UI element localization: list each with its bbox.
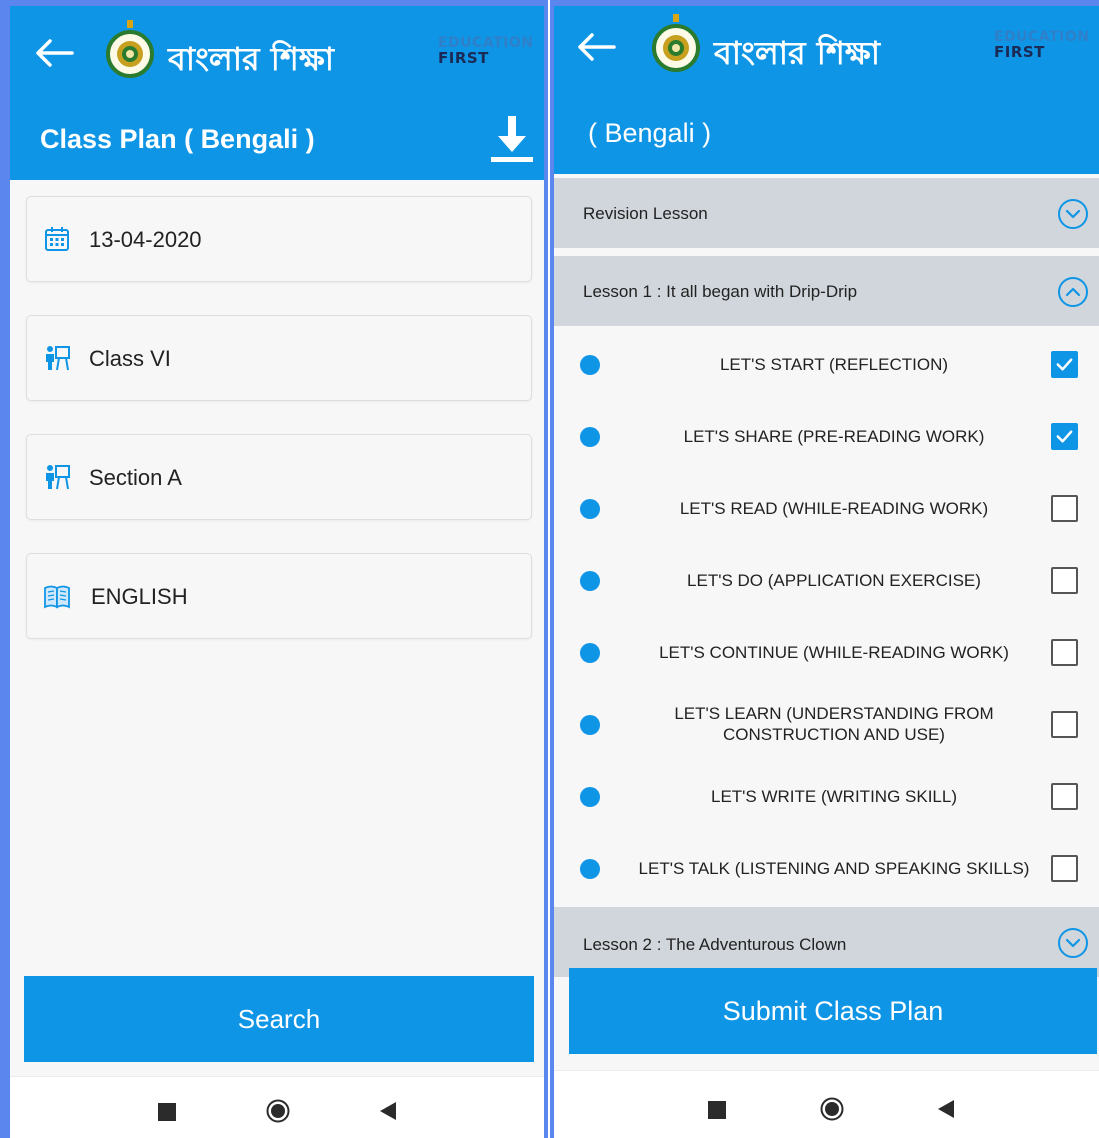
step-checkbox[interactable] xyxy=(1051,711,1078,738)
step-label: LET'S WRITE (WRITING SKILL) xyxy=(711,787,957,806)
step-checkbox[interactable] xyxy=(1051,639,1078,666)
accordion-label: Lesson 1 : It all began with Drip-Drip xyxy=(583,282,858,301)
android-nav-bar xyxy=(10,1076,544,1138)
class-plan-lessons-screen: বাংলার শিক্ষা EDUCATION FIRST ( Bengali … xyxy=(550,0,1099,1138)
step-label: LET'S SHARE (PRE-READING WORK) xyxy=(683,427,985,446)
accordion-lesson-2[interactable]: Lesson 2 : The Adventurous Clown xyxy=(554,907,1099,977)
step-label: LET'S CONTINUE (WHILE-READING WORK) xyxy=(659,643,1009,662)
bullet-dot xyxy=(580,859,600,879)
bullet-dot xyxy=(580,355,600,375)
date-value: 13-04-2020 xyxy=(89,227,202,252)
android-nav-bar xyxy=(554,1070,1099,1138)
lesson-step-row: LET'S LEARN (UNDERSTANDING FROM CONSTRUC… xyxy=(554,689,1099,761)
section-value: Section A xyxy=(89,465,182,490)
bullet-dot xyxy=(580,643,600,663)
lesson-step-row: LET'S DO (APPLICATION EXERCISE) xyxy=(554,545,1099,617)
step-label: LET'S DO (APPLICATION EXERCISE) xyxy=(687,571,981,590)
recents-icon[interactable] xyxy=(158,1103,176,1121)
submit-class-plan-button[interactable]: Submit Class Plan xyxy=(569,968,1097,1054)
section-field[interactable]: Section A xyxy=(26,434,532,520)
step-label: LET'S TALK (LISTENING AND SPEAKING SKILL… xyxy=(638,859,1030,878)
accordion-revision-lesson[interactable]: Revision Lesson xyxy=(554,178,1099,248)
step-label: LET'S LEARN (UNDERSTANDING FROM CONSTRUC… xyxy=(674,704,994,744)
calendar-icon xyxy=(43,225,71,253)
class-value: Class VI xyxy=(89,346,171,371)
lesson-step-row: LET'S TALK (LISTENING AND SPEAKING SKILL… xyxy=(554,833,1099,905)
home-icon[interactable] xyxy=(266,1099,290,1123)
step-checkbox[interactable] xyxy=(1051,783,1078,810)
date-field[interactable]: 13-04-2020 xyxy=(26,196,532,282)
bullet-dot xyxy=(580,787,600,807)
step-checkbox[interactable] xyxy=(1051,495,1078,522)
bullet-dot xyxy=(580,571,600,591)
subject-field[interactable]: ENGLISH xyxy=(26,553,532,639)
lesson-step-row: LET'S READ (WHILE-READING WORK) xyxy=(554,473,1099,545)
education-first-brand: EDUCATION FIRST xyxy=(994,29,1090,61)
lesson-step-row: LET'S WRITE (WRITING SKILL) xyxy=(554,761,1099,833)
back-arrow-icon[interactable] xyxy=(576,32,616,62)
class-plan-form-screen: বাংলার শিক্ষা EDUCATION FIRST Class Plan… xyxy=(0,0,548,1138)
step-checkbox[interactable] xyxy=(1051,351,1078,378)
step-label: LET'S START (REFLECTION) xyxy=(719,355,949,374)
chevron-down-icon[interactable] xyxy=(1057,927,1089,959)
home-icon[interactable] xyxy=(820,1097,844,1121)
page-title: Class Plan ( Bengali ) xyxy=(40,124,315,154)
accordion-label: Revision Lesson xyxy=(583,204,708,223)
accordion-label: Lesson 2 : The Adventurous Clown xyxy=(583,935,847,954)
back-triangle-icon[interactable] xyxy=(378,1101,398,1121)
classroom-icon xyxy=(43,344,71,372)
bengal-emblem-logo xyxy=(652,12,700,72)
back-arrow-icon[interactable] xyxy=(34,38,74,68)
download-icon[interactable] xyxy=(490,114,534,164)
classroom-icon xyxy=(43,463,71,491)
step-label: LET'S READ (WHILE-READING WORK) xyxy=(679,499,989,518)
lesson-step-row: LET'S START (REFLECTION) xyxy=(554,329,1099,401)
search-button[interactable]: Search xyxy=(24,976,534,1062)
app-header: বাংলার শিক্ষা EDUCATION FIRST Class Plan… xyxy=(10,6,544,180)
lesson-step-row: LET'S CONTINUE (WHILE-READING WORK) xyxy=(554,617,1099,689)
app-header: বাংলার শিক্ষা EDUCATION FIRST ( Bengali … xyxy=(554,6,1099,174)
page-title: ( Bengali ) xyxy=(588,118,712,148)
step-checkbox[interactable] xyxy=(1051,567,1078,594)
education-first-brand: EDUCATION FIRST xyxy=(438,35,534,67)
recents-icon[interactable] xyxy=(708,1101,726,1119)
class-field[interactable]: Class VI xyxy=(26,315,532,401)
bullet-dot xyxy=(580,715,600,735)
bengal-emblem-logo xyxy=(106,18,154,78)
step-checkbox[interactable] xyxy=(1051,855,1078,882)
app-title: বাংলার শিক্ষা xyxy=(168,40,335,78)
chevron-down-icon[interactable] xyxy=(1057,198,1089,230)
accordion-lesson-1[interactable]: Lesson 1 : It all began with Drip-Drip xyxy=(554,256,1099,326)
app-title: বাংলার শিক্ষা xyxy=(714,34,881,72)
bullet-dot xyxy=(580,499,600,519)
book-icon xyxy=(43,582,71,610)
step-checkbox[interactable] xyxy=(1051,423,1078,450)
subject-value: ENGLISH xyxy=(91,584,188,609)
chevron-up-icon[interactable] xyxy=(1057,276,1089,308)
lesson-step-row: LET'S SHARE (PRE-READING WORK) xyxy=(554,401,1099,473)
back-triangle-icon[interactable] xyxy=(936,1099,956,1119)
bullet-dot xyxy=(580,427,600,447)
